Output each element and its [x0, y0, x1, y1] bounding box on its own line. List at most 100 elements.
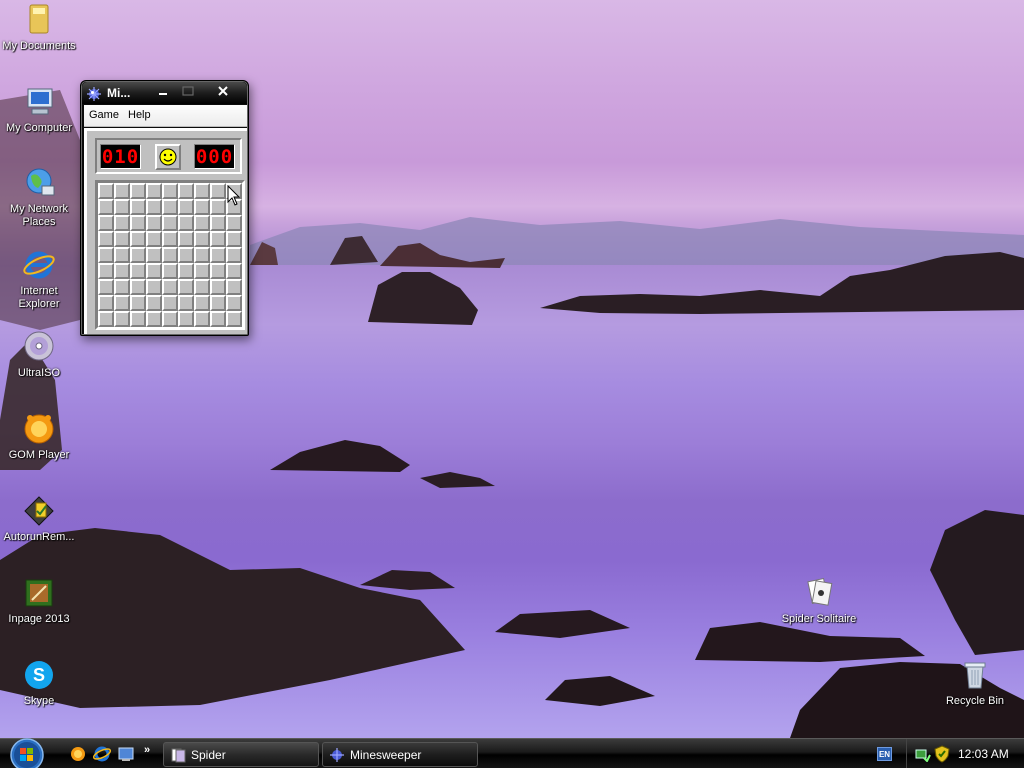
mine-cell[interactable]: [210, 279, 226, 295]
mine-cell[interactable]: [178, 215, 194, 231]
desktop-icon-autorunremover[interactable]: AutorunRem...: [0, 494, 78, 544]
mine-cell[interactable]: [178, 183, 194, 199]
mine-cell[interactable]: [98, 279, 114, 295]
taskbar-button-minesweeper[interactable]: Minesweeper: [322, 742, 478, 767]
mine-cell[interactable]: [178, 279, 194, 295]
mine-cell[interactable]: [146, 183, 162, 199]
mine-cell[interactable]: [194, 247, 210, 263]
quick-launch-more[interactable]: »: [144, 744, 150, 756]
mine-cell[interactable]: [130, 279, 146, 295]
taskbar-button-spider[interactable]: Spider: [163, 742, 319, 767]
mine-cell[interactable]: [98, 215, 114, 231]
minesweeper-titlebar[interactable]: Mi...: [82, 82, 247, 104]
mine-cell[interactable]: [130, 215, 146, 231]
mine-cell[interactable]: [194, 279, 210, 295]
mine-cell[interactable]: [130, 183, 146, 199]
mine-cell[interactable]: [194, 215, 210, 231]
mine-cell[interactable]: [226, 263, 242, 279]
mine-cell[interactable]: [114, 199, 130, 215]
mine-cell[interactable]: [178, 263, 194, 279]
start-button[interactable]: [6, 735, 46, 768]
mine-cell[interactable]: [194, 231, 210, 247]
mine-cell[interactable]: [114, 231, 130, 247]
mine-cell[interactable]: [178, 295, 194, 311]
mine-cell[interactable]: [194, 263, 210, 279]
mine-cell[interactable]: [162, 263, 178, 279]
mine-cell[interactable]: [178, 231, 194, 247]
mine-cell[interactable]: [146, 231, 162, 247]
mine-cell[interactable]: [98, 263, 114, 279]
clock[interactable]: 12:03 AM: [958, 747, 1009, 761]
mine-cell[interactable]: [146, 215, 162, 231]
mine-cell[interactable]: [210, 215, 226, 231]
language-indicator[interactable]: EN: [877, 747, 892, 761]
mine-cell[interactable]: [226, 279, 242, 295]
mine-cell[interactable]: [226, 215, 242, 231]
mine-cell[interactable]: [210, 183, 226, 199]
menu-game[interactable]: Game: [89, 109, 119, 121]
mine-cell[interactable]: [114, 295, 130, 311]
mine-cell[interactable]: [226, 311, 242, 327]
mine-cell[interactable]: [114, 311, 130, 327]
mine-cell[interactable]: [226, 295, 242, 311]
mine-cell[interactable]: [178, 199, 194, 215]
mine-cell[interactable]: [226, 247, 242, 263]
mine-cell[interactable]: [162, 231, 178, 247]
network-status-icon[interactable]: [915, 746, 931, 762]
desktop-icon-skype[interactable]: S Skype: [0, 658, 78, 708]
mine-cell[interactable]: [130, 247, 146, 263]
maximize-button[interactable]: [178, 84, 198, 100]
mine-cell[interactable]: [146, 295, 162, 311]
mine-cell[interactable]: [146, 279, 162, 295]
mine-cell[interactable]: [162, 295, 178, 311]
mine-cell[interactable]: [146, 311, 162, 327]
desktop-icon-inpage-2013[interactable]: Inpage 2013: [0, 576, 78, 626]
mine-cell[interactable]: [162, 311, 178, 327]
mine-cell[interactable]: [130, 311, 146, 327]
desktop-icon-my-network-places[interactable]: My Network Places: [0, 166, 78, 229]
desktop-icon-spider-solitaire[interactable]: Spider Solitaire: [779, 576, 859, 626]
desktop-icon-internet-explorer[interactable]: Internet Explorer: [0, 248, 78, 311]
security-shield-icon[interactable]: [934, 745, 950, 763]
mine-cell[interactable]: [194, 295, 210, 311]
mine-cell[interactable]: [98, 247, 114, 263]
desktop-icon-recycle-bin[interactable]: Recycle Bin: [936, 658, 1014, 708]
mine-cell[interactable]: [98, 183, 114, 199]
mine-cell[interactable]: [162, 247, 178, 263]
gom-player-quick-icon[interactable]: [68, 744, 88, 764]
close-button[interactable]: [213, 84, 233, 100]
desktop-icon-gom-player[interactable]: GOM Player: [0, 412, 78, 462]
mine-cell[interactable]: [162, 183, 178, 199]
mine-cell[interactable]: [210, 231, 226, 247]
mine-cell[interactable]: [194, 199, 210, 215]
desktop-icon-my-computer[interactable]: My Computer: [0, 85, 78, 135]
mine-cell[interactable]: [98, 311, 114, 327]
mine-cell[interactable]: [114, 263, 130, 279]
mine-cell[interactable]: [178, 311, 194, 327]
mine-cell[interactable]: [146, 247, 162, 263]
show-desktop-icon[interactable]: [116, 744, 136, 764]
mine-cell[interactable]: [98, 295, 114, 311]
mine-cell[interactable]: [114, 247, 130, 263]
mine-cell[interactable]: [210, 199, 226, 215]
new-game-face-button[interactable]: [155, 144, 181, 170]
desktop-icon-my-documents[interactable]: My Documents: [0, 3, 78, 53]
mine-cell[interactable]: [194, 311, 210, 327]
internet-explorer-quick-icon[interactable]: [92, 744, 112, 764]
mine-cell[interactable]: [130, 231, 146, 247]
mine-cell[interactable]: [130, 295, 146, 311]
mine-cell[interactable]: [194, 183, 210, 199]
mine-cell[interactable]: [210, 295, 226, 311]
desktop-icon-ultraiso[interactable]: UltraISO: [0, 330, 78, 380]
mine-cell[interactable]: [114, 215, 130, 231]
mine-cell[interactable]: [98, 231, 114, 247]
menu-help[interactable]: Help: [128, 109, 151, 121]
mine-cell[interactable]: [162, 199, 178, 215]
mine-cell[interactable]: [130, 199, 146, 215]
mine-cell[interactable]: [162, 279, 178, 295]
mine-cell[interactable]: [178, 247, 194, 263]
mine-cell[interactable]: [114, 183, 130, 199]
mine-cell[interactable]: [210, 311, 226, 327]
mine-cell[interactable]: [162, 215, 178, 231]
mine-cell[interactable]: [98, 199, 114, 215]
